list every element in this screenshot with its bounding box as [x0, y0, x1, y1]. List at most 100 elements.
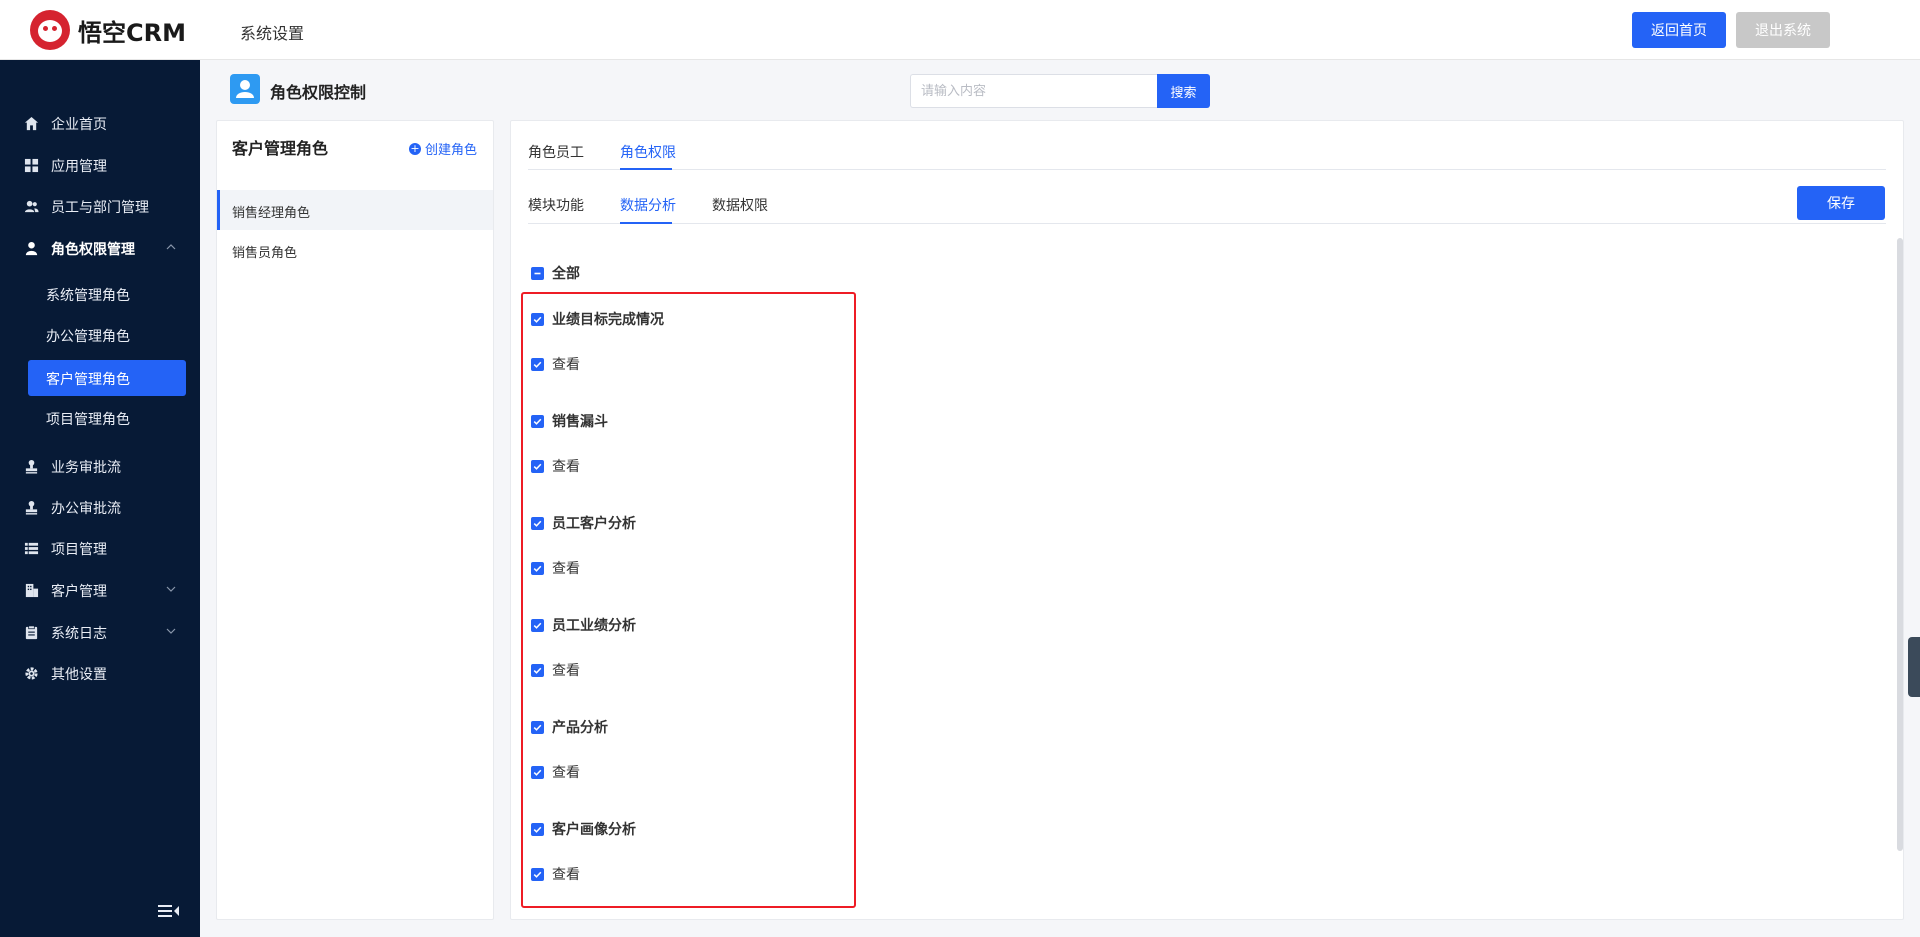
checkbox-checked-icon: [531, 720, 544, 734]
chevron-down-icon: [166, 628, 176, 634]
create-role-button[interactable]: + 创建角色: [409, 139, 477, 158]
user-icon: [230, 74, 260, 104]
checkbox-label: 员工业绩分析: [552, 618, 636, 634]
collapse-sidebar-icon[interactable]: [158, 903, 180, 919]
sidebar-item-label: 角色权限管理: [51, 242, 135, 258]
grid-icon: [24, 158, 39, 173]
sidebar-item-label: 客户管理: [51, 584, 107, 600]
checkbox-label: 客户画像分析: [552, 822, 636, 838]
save-button[interactable]: 保存: [1797, 186, 1885, 220]
subtab-divider: [528, 223, 1886, 224]
checkbox-checked-icon: [531, 765, 544, 779]
tab-data-permissions[interactable]: 数据权限: [712, 195, 768, 215]
checkbox-checked-icon: [531, 822, 544, 836]
sidebar-subitem-system-role[interactable]: 系统管理角色: [28, 276, 186, 312]
floating-side-widget[interactable]: [1908, 637, 1920, 697]
roles-panel-title: 客户管理角色: [232, 139, 329, 158]
sidebar-item-other-settings[interactable]: 其他设置: [0, 653, 200, 693]
tab-divider: [528, 169, 1886, 170]
clipboard-icon: [25, 625, 38, 640]
sidebar-item-roles[interactable]: 角色权限管理: [0, 228, 200, 268]
search-input[interactable]: [910, 74, 1157, 108]
gear-icon: [25, 667, 38, 680]
sidebar: 企业首页 应用管理 员工与部门管理 角色权限管理 系统管理角色 办公管理角色 客…: [0, 60, 200, 937]
tab-data-analysis[interactable]: 数据分析: [620, 195, 676, 215]
sidebar-item-office-approval[interactable]: 办公审批流: [0, 487, 200, 527]
tab-module-functions[interactable]: 模块功能: [528, 195, 584, 215]
checkbox-group-staff-customer-analysis[interactable]: 员工客户分析: [531, 513, 636, 533]
checkbox-view[interactable]: 查看: [531, 864, 580, 884]
checkbox-checked-icon: [531, 312, 544, 326]
checkbox-label: 查看: [552, 357, 580, 373]
role-item-sales-manager[interactable]: 销售经理角色: [217, 190, 493, 230]
checkbox-view[interactable]: 查看: [531, 660, 580, 680]
sidebar-item-label: 办公审批流: [51, 501, 121, 517]
tab-role-staff[interactable]: 角色员工: [528, 142, 584, 162]
checkbox-group-customer-portrait-analysis[interactable]: 客户画像分析: [531, 819, 636, 839]
exit-button[interactable]: 退出系统: [1736, 12, 1830, 48]
checkbox-group-product-analysis[interactable]: 产品分析: [531, 717, 608, 737]
search-button[interactable]: 搜索: [1157, 74, 1210, 108]
user-icon: [25, 241, 38, 256]
sidebar-subitem-label: 项目管理角色: [46, 412, 130, 428]
tab-active-indicator: [620, 168, 672, 170]
checkbox-label: 查看: [552, 867, 580, 883]
checkbox-label: 产品分析: [552, 720, 608, 736]
plus-circle-icon: +: [409, 141, 421, 155]
stamp-icon: [25, 500, 38, 515]
checkbox-view[interactable]: 查看: [531, 354, 580, 374]
sidebar-item-label: 其他设置: [51, 667, 107, 683]
subtab-active-indicator: [620, 222, 672, 224]
page-title: 角色权限控制: [270, 83, 367, 102]
tab-role-permissions[interactable]: 角色权限: [620, 142, 676, 162]
sidebar-item-projects[interactable]: 项目管理: [0, 528, 200, 568]
sidebar-subitem-label: 办公管理角色: [46, 329, 130, 345]
checkbox-checked-icon: [531, 561, 544, 575]
header-title: 系统设置: [240, 24, 305, 43]
sidebar-item-business-approval[interactable]: 业务审批流: [0, 446, 200, 486]
checkbox-view[interactable]: 查看: [531, 762, 580, 782]
checkbox-checked-icon: [531, 459, 544, 473]
create-role-label: 创建角色: [425, 143, 478, 158]
checkbox-checked-icon: [531, 516, 544, 530]
sidebar-subitem-label: 客户管理角色: [46, 372, 130, 388]
stamp-icon: [25, 459, 38, 474]
checkbox-view[interactable]: 查看: [531, 558, 580, 578]
checkbox-label: 查看: [552, 663, 580, 679]
chevron-up-icon: [166, 244, 176, 250]
sidebar-item-staff[interactable]: 员工与部门管理: [0, 186, 200, 226]
sidebar-item-home[interactable]: 企业首页: [0, 103, 200, 143]
sidebar-subitem-office-role[interactable]: 办公管理角色: [28, 317, 186, 353]
checkbox-label: 销售漏斗: [552, 414, 608, 430]
sidebar-item-apps[interactable]: 应用管理: [0, 145, 200, 185]
sidebar-item-system-log[interactable]: 系统日志: [0, 612, 200, 652]
sidebar-item-label: 系统日志: [51, 626, 107, 642]
chevron-down-icon: [166, 586, 176, 592]
checkbox-label: 业绩目标完成情况: [552, 312, 664, 328]
sidebar-item-customers[interactable]: 客户管理: [0, 570, 200, 610]
checkbox-label: 员工客户分析: [552, 516, 636, 532]
home-button[interactable]: 返回首页: [1632, 12, 1726, 48]
checkbox-group-sales-funnel[interactable]: 销售漏斗: [531, 411, 608, 431]
checkbox-group-goal-completion[interactable]: 业绩目标完成情况: [531, 309, 664, 329]
logo[interactable]: 悟空CRM: [30, 10, 186, 50]
checkbox-checked-icon: [531, 357, 544, 371]
checkbox-view[interactable]: 查看: [531, 456, 580, 476]
checkbox-label: 全部: [552, 266, 580, 282]
checkbox-checked-icon: [531, 867, 544, 881]
sidebar-subitem-customer-role[interactable]: 客户管理角色: [28, 360, 186, 396]
role-item-salesperson[interactable]: 销售员角色: [217, 230, 493, 270]
roles-panel: 客户管理角色 + 创建角色 销售经理角色 销售员角色: [216, 120, 494, 920]
home-icon: [24, 116, 39, 131]
sidebar-item-label: 业务审批流: [51, 460, 121, 476]
sidebar-subitem-project-role[interactable]: 项目管理角色: [28, 400, 186, 436]
monkey-logo-icon: [30, 10, 70, 50]
role-item-label: 销售员角色: [232, 246, 298, 261]
checkbox-all[interactable]: 全部: [531, 263, 580, 283]
content-scrollbar[interactable]: [1897, 238, 1903, 851]
checkbox-group-staff-performance-analysis[interactable]: 员工业绩分析: [531, 615, 636, 635]
top-header: 悟空CRM 系统设置 返回首页 退出系统: [0, 0, 1920, 60]
checkbox-label: 查看: [552, 459, 580, 475]
sidebar-subitem-label: 系统管理角色: [46, 288, 130, 304]
role-item-label: 销售经理角色: [232, 206, 311, 221]
